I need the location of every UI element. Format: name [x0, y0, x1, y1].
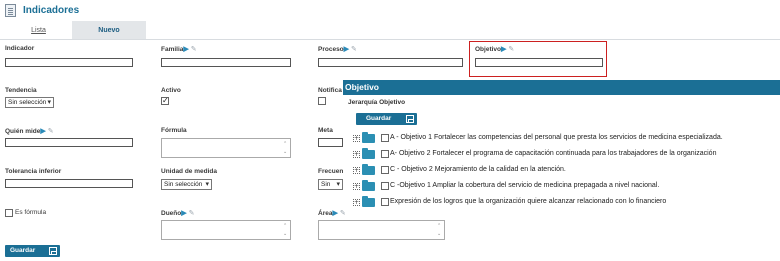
tolerancia-inferior-input[interactable]: [5, 179, 133, 188]
plus-icon[interactable]: +: [353, 135, 360, 142]
quien-mide-label: Quién mide▶ ✎: [5, 128, 54, 135]
save-button-label: Guardar: [10, 247, 36, 254]
objetivo-input[interactable]: [475, 58, 603, 67]
tree-item-checkbox[interactable]: [381, 182, 389, 190]
tree-item-label: A - Objetivo 1 Fortalecer las competenci…: [390, 134, 723, 141]
floppy-disk-icon: [406, 115, 414, 123]
dueno-label: Dueño▶ ✎: [161, 210, 195, 217]
tree-item-checkbox[interactable]: [381, 198, 389, 206]
indicador-input[interactable]: [5, 58, 133, 67]
objetivo-popup: Objetivo Jerarquía Objetivo Guardar + A …: [343, 80, 780, 210]
floppy-disk-icon: [49, 247, 57, 255]
pencil-icon[interactable]: ✎: [191, 46, 197, 53]
tendencia-label: Tendencia: [5, 87, 37, 94]
tab-nuevo[interactable]: Nuevo: [72, 21, 146, 39]
tab-divider: [0, 39, 780, 40]
familia-label: Familia▶ ✎: [161, 46, 197, 53]
pencil-icon[interactable]: ✎: [351, 46, 357, 53]
tree-item-label: Expresión de los logros que la organizac…: [390, 198, 667, 205]
plus-icon[interactable]: +: [353, 199, 360, 206]
arrow-right-icon[interactable]: ▶: [181, 210, 186, 217]
quien-mide-input[interactable]: [5, 138, 133, 147]
tree-item-checkbox[interactable]: [381, 150, 389, 158]
page-title: Indicadores: [23, 5, 80, 16]
tree-item-checkbox[interactable]: [381, 134, 389, 142]
popup-title: Objetivo: [343, 80, 780, 95]
frecuencia-label: Frecuen: [318, 168, 344, 175]
es-formula-label: Es fórmula: [15, 209, 47, 216]
activo-label: Activo: [161, 87, 181, 94]
arrow-right-icon[interactable]: ▶: [332, 210, 337, 217]
unidad-medida-select[interactable]: Sin selección: [161, 179, 212, 190]
notificar-checkbox[interactable]: [318, 97, 326, 105]
objetivo-label: Objetivo▶ ✎: [475, 46, 515, 53]
tree-item-label: C -Objetivo 1 Ampliar la cobertura del s…: [390, 182, 660, 189]
dueno-textarea[interactable]: [161, 220, 291, 240]
tab-lista[interactable]: Lista: [5, 21, 72, 39]
tree-item-label: C - Objetivo 2 Mejoramiento de la calida…: [390, 166, 566, 173]
popup-save-label: Guardar: [366, 115, 392, 122]
unidad-medida-label: Unidad de medida: [161, 168, 217, 175]
save-button[interactable]: Guardar: [5, 245, 60, 257]
frecuencia-select[interactable]: Sin selecc: [318, 179, 343, 190]
folder-icon: [362, 180, 375, 191]
plus-icon[interactable]: +: [353, 167, 360, 174]
area-label: Área▶ ✎: [318, 210, 346, 217]
folder-icon: [362, 132, 375, 143]
folder-icon: [362, 148, 375, 159]
folder-icon: [362, 164, 375, 175]
indicador-label: Indicador: [5, 45, 35, 52]
tree-item-checkbox[interactable]: [381, 166, 389, 174]
meta-input[interactable]: [318, 138, 343, 147]
pencil-icon[interactable]: ✎: [189, 210, 195, 217]
activo-checkbox[interactable]: [161, 96, 169, 105]
pencil-icon[interactable]: ✎: [48, 128, 54, 135]
formula-label: Fórmula: [161, 127, 187, 134]
proceso-label: Proceso▶ ✎: [318, 46, 357, 53]
pencil-icon[interactable]: ✎: [508, 46, 514, 53]
indicators-list-icon: [5, 4, 16, 17]
arrow-right-icon[interactable]: ▶: [501, 46, 506, 53]
es-formula-checkbox[interactable]: [5, 209, 13, 217]
arrow-right-icon[interactable]: ▶: [40, 128, 45, 135]
folder-icon: [362, 196, 375, 207]
arrow-right-icon[interactable]: ▶: [183, 46, 188, 53]
tree-item-label: A- Objetivo 2 Fortalecer el programa de …: [390, 150, 717, 157]
meta-label: Meta: [318, 127, 333, 134]
popup-save-button[interactable]: Guardar: [356, 113, 417, 125]
plus-icon[interactable]: +: [353, 183, 360, 190]
popup-subtitle: Jerarquía Objetivo: [348, 99, 406, 106]
familia-input[interactable]: [161, 58, 291, 67]
proceso-input[interactable]: [318, 58, 463, 67]
plus-icon[interactable]: +: [353, 151, 360, 158]
arrow-right-icon[interactable]: ▶: [344, 46, 349, 53]
formula-textarea[interactable]: [161, 138, 291, 158]
area-textarea[interactable]: [318, 220, 445, 240]
tolerancia-inferior-label: Tolerancia inferior: [5, 168, 62, 175]
tendencia-select[interactable]: Sin selección: [5, 97, 54, 108]
pencil-icon[interactable]: ✎: [340, 210, 346, 217]
notificar-label: Notifica: [318, 87, 342, 94]
